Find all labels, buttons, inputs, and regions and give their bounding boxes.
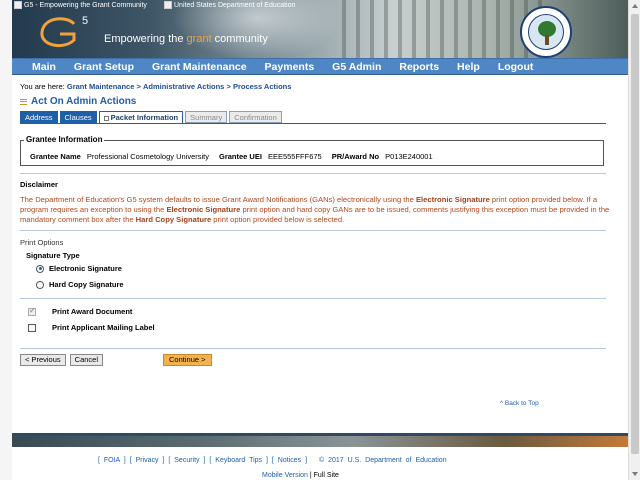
- continue-button[interactable]: Continue >: [163, 354, 212, 366]
- breadcrumb-administrative-actions[interactable]: Administrative Actions: [143, 82, 224, 91]
- breadcrumb-separator: >: [136, 82, 141, 91]
- seal-inner: [528, 14, 564, 50]
- electronic-signature-radio[interactable]: [36, 264, 44, 273]
- grantee-info-row: Grantee Name Professional Cosmetology Un…: [30, 152, 443, 161]
- print-award-label: Print Award Document: [52, 307, 133, 316]
- divider: [20, 173, 606, 174]
- header-light: [172, 0, 342, 60]
- tab-summary: Summary: [185, 111, 228, 123]
- footer-stripe: [12, 433, 628, 436]
- g5-logo-superscript: 5: [82, 15, 88, 27]
- tab-checkbox-icon: [103, 115, 109, 121]
- scrollbar-thumb[interactable]: [631, 14, 639, 454]
- nav-grant-setup[interactable]: Grant Setup: [74, 61, 134, 73]
- footer-notices-link[interactable]: [ Notices ]: [272, 457, 307, 464]
- hard-copy-signature-option[interactable]: Hard Copy Signature: [36, 280, 124, 289]
- page: G5 - Empowering the Grant Community Unit…: [12, 0, 628, 480]
- nav-logout[interactable]: Logout: [498, 61, 534, 73]
- mobile-version-link[interactable]: Mobile Version: [262, 472, 308, 479]
- grantee-uei-label: Grantee UEI: [219, 152, 262, 161]
- hard-copy-signature-label: Hard Copy Signature: [49, 280, 124, 289]
- broken-image-alt-text: G5 - Empowering the Grant Community: [24, 1, 147, 9]
- cancel-button[interactable]: Cancel: [69, 354, 104, 366]
- grantee-name-label: Grantee Name: [30, 152, 81, 161]
- breadcrumb-process-actions[interactable]: Process Actions: [233, 82, 292, 91]
- footer-copyright: © 2017 U.S. Department of Education: [318, 457, 447, 464]
- divider: [20, 298, 606, 299]
- disclaimer-text: The Department of Education's G5 system …: [20, 195, 610, 224]
- previous-button[interactable]: < Previous: [20, 354, 66, 366]
- scroll-up-arrow-icon[interactable]: [632, 4, 638, 8]
- footer-security-link[interactable]: [ Security ]: [168, 457, 205, 464]
- main-nav: Main Grant Setup Grant Maintenance Payme…: [12, 58, 628, 75]
- action-buttons: < Previous Cancel Continue >: [20, 354, 212, 366]
- department-of-education-seal[interactable]: [520, 6, 572, 58]
- tab-address[interactable]: Address: [20, 111, 58, 123]
- back-to-top-link[interactable]: ^ Back to Top: [500, 400, 539, 407]
- broken-image-g5: G5 - Empowering the Grant Community: [14, 1, 147, 9]
- footer-site-version: Mobile Version | Full Site: [262, 472, 339, 479]
- broken-image-alt-text: United States Department of Education: [174, 1, 296, 9]
- site-header: G5 - Empowering the Grant Community Unit…: [12, 0, 628, 60]
- footer-links: [ FOIA ] [ Privacy ] [ Security ] [ Keyb…: [98, 457, 447, 464]
- nav-help[interactable]: Help: [457, 61, 480, 73]
- breadcrumb-grant-maintenance[interactable]: Grant Maintenance: [67, 82, 135, 91]
- award-number-value: P013E240001: [385, 152, 433, 161]
- divider: [20, 230, 606, 231]
- scroll-down-arrow-icon[interactable]: [632, 472, 638, 476]
- nav-payments[interactable]: Payments: [265, 61, 315, 73]
- broken-image-ed: United States Department of Education: [164, 1, 295, 9]
- footer-privacy-link[interactable]: [ Privacy ]: [130, 457, 165, 464]
- site-tagline: Empowering the grant community: [104, 33, 268, 45]
- breadcrumb: You are here: Grant Maintenance > Admini…: [20, 82, 291, 91]
- print-mailing-label-option[interactable]: Print Applicant Mailing Label: [28, 323, 155, 332]
- tab-confirmation: Confirmation: [229, 111, 282, 123]
- tab-packet-label: Packet Information: [110, 113, 179, 122]
- page-title-row: Act On Admin Actions: [20, 96, 136, 107]
- footer-banner: [12, 433, 628, 447]
- breadcrumb-prefix: You are here:: [20, 82, 65, 91]
- nav-main[interactable]: Main: [32, 61, 56, 73]
- vertical-scrollbar[interactable]: [628, 0, 640, 480]
- signature-type-label: Signature Type: [26, 251, 80, 260]
- print-mailing-label-checkbox[interactable]: [28, 323, 36, 332]
- broken-image-icon: [164, 1, 172, 9]
- nav-g5-admin[interactable]: G5 Admin: [332, 61, 381, 73]
- page-title: Act On Admin Actions: [31, 96, 137, 107]
- hard-copy-signature-radio[interactable]: [36, 280, 44, 289]
- full-site-label: Full Site: [313, 472, 339, 479]
- broken-image-icon: [14, 1, 22, 9]
- nav-grant-maintenance[interactable]: Grant Maintenance: [152, 61, 247, 73]
- nav-reports[interactable]: Reports: [399, 61, 439, 73]
- tab-clauses[interactable]: Clauses: [59, 111, 97, 123]
- list-icon: [20, 98, 27, 105]
- electronic-signature-option[interactable]: Electronic Signature: [36, 264, 122, 273]
- grantee-info-legend: Grantee Information: [24, 135, 105, 144]
- breadcrumb-separator: >: [226, 82, 231, 91]
- electronic-signature-label: Electronic Signature: [49, 264, 122, 273]
- award-number-label: PR/Award No: [331, 152, 380, 161]
- print-award-checkbox: [28, 306, 36, 316]
- tab-underline: [20, 123, 606, 124]
- divider: [20, 348, 606, 349]
- grantee-uei-value: EEE555FFF675: [267, 152, 322, 161]
- footer-keyboard-tips-link[interactable]: [ Keyboard Tips ]: [209, 457, 268, 464]
- disclaimer-heading: Disclaimer: [20, 180, 58, 189]
- seal-trunk: [545, 35, 549, 45]
- window-left-gutter: [0, 0, 12, 480]
- print-options-label: Print Options: [20, 238, 64, 247]
- print-mailing-label-label: Print Applicant Mailing Label: [52, 323, 155, 332]
- g5-logo[interactable]: 5: [34, 10, 104, 54]
- header-bookshelf-image: [342, 0, 542, 60]
- print-award-option: Print Award Document: [28, 306, 133, 316]
- footer-foia-link[interactable]: [ FOIA ]: [98, 457, 126, 464]
- grantee-name-value: Professional Cosmetology University: [86, 152, 209, 161]
